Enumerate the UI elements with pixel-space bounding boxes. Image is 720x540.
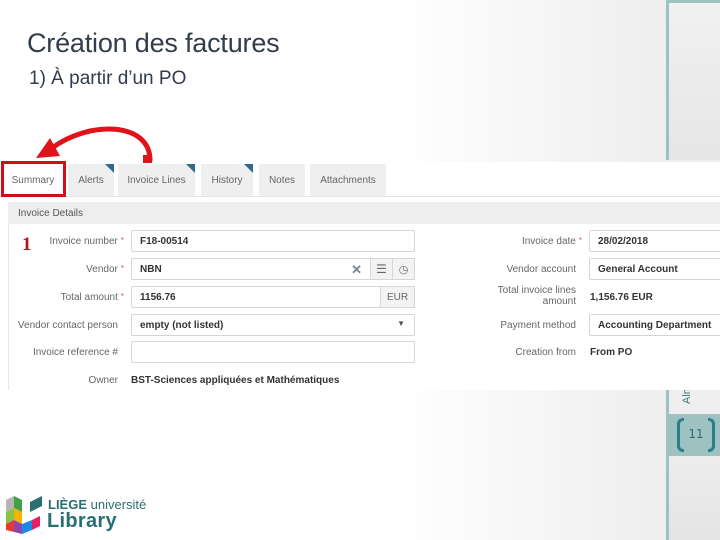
tab-attachments[interactable]: Attachments [310, 164, 386, 196]
history-icon: ◷ [398, 263, 409, 276]
invoice-reference-label: Invoice reference # [32, 347, 118, 358]
invoice-number-label: Invoice number * [49, 236, 125, 247]
side-panel-decoration [666, 0, 720, 160]
total-lines-label: Total invoice lines amount [497, 285, 576, 307]
list-icon: ☰ [376, 262, 387, 276]
tab-label: Alerts [78, 174, 104, 186]
uliege-logo-icon [6, 496, 42, 534]
vendor-list-button[interactable]: ☰ [370, 258, 393, 280]
flag-corner-icon [186, 164, 195, 173]
flag-corner-icon [244, 164, 253, 173]
tab-label: Attachments [320, 174, 376, 186]
panel-header: Invoice Details [8, 202, 720, 224]
vendor-label: Vendor * [86, 264, 124, 275]
payment-method-label: Payment method [500, 320, 576, 331]
flag-corner-icon [105, 164, 114, 173]
side-panel-decoration [666, 390, 720, 414]
page-number: 11 [688, 427, 704, 441]
total-lines-value: 1,156.76 EUR [590, 292, 653, 303]
caret-down-icon: ▼ [397, 319, 405, 328]
vendor-account-select[interactable]: General Account [589, 258, 720, 280]
tab-history[interactable]: History [201, 164, 253, 196]
payment-method-select[interactable]: Accounting Department [589, 314, 720, 336]
vendor-input[interactable]: NBN ✕ [131, 258, 371, 280]
tab-bar: Summary Alerts Invoice Lines History Not… [0, 162, 720, 197]
invoice-number-input[interactable]: F18-00514 [131, 230, 415, 252]
tab-label: Notes [268, 174, 296, 186]
bracket-left-icon [677, 418, 684, 452]
vendor-account-label: Vendor account [506, 264, 577, 275]
summary-highlight-box [1, 161, 66, 197]
vendor-contact-label: Vendor contact person [17, 320, 118, 331]
tab-notes[interactable]: Notes [259, 164, 305, 196]
vendor-history-button[interactable]: ◷ [392, 258, 415, 280]
panel-title: Invoice Details [18, 207, 84, 219]
side-panel-decoration [666, 456, 720, 540]
tab-label: Invoice Lines [127, 174, 186, 186]
vendor-contact-select[interactable]: empty (not listed) ▼ [131, 314, 415, 336]
owner-label: Owner [88, 375, 118, 386]
tab-alerts[interactable]: Alerts [68, 164, 114, 196]
slide-title: Création des factures [27, 28, 280, 58]
currency-addon: EUR [380, 286, 415, 308]
tab-label: History [211, 174, 243, 186]
invoice-reference-input[interactable] [131, 341, 415, 363]
owner-value: BST-Sciences appliquées et Mathématiques [131, 375, 340, 386]
slide-subtitle: 1) À partir d’un PO [29, 68, 187, 89]
invoice-date-input[interactable]: 28/02/2018 [589, 230, 720, 252]
bracket-right-icon [708, 418, 715, 452]
tab-invoice-lines[interactable]: Invoice Lines [118, 164, 195, 196]
logo-text-library: Library [47, 510, 117, 532]
total-amount-input[interactable]: 1156.76 [131, 286, 381, 308]
clear-icon[interactable]: ✕ [351, 262, 362, 278]
creation-from-label: Creation from [515, 347, 576, 358]
creation-from-value: From PO [590, 347, 633, 358]
total-amount-label: Total amount * [60, 292, 124, 303]
step-marker: 1 [22, 234, 32, 255]
invoice-date-label: Invoice date * [521, 236, 582, 247]
